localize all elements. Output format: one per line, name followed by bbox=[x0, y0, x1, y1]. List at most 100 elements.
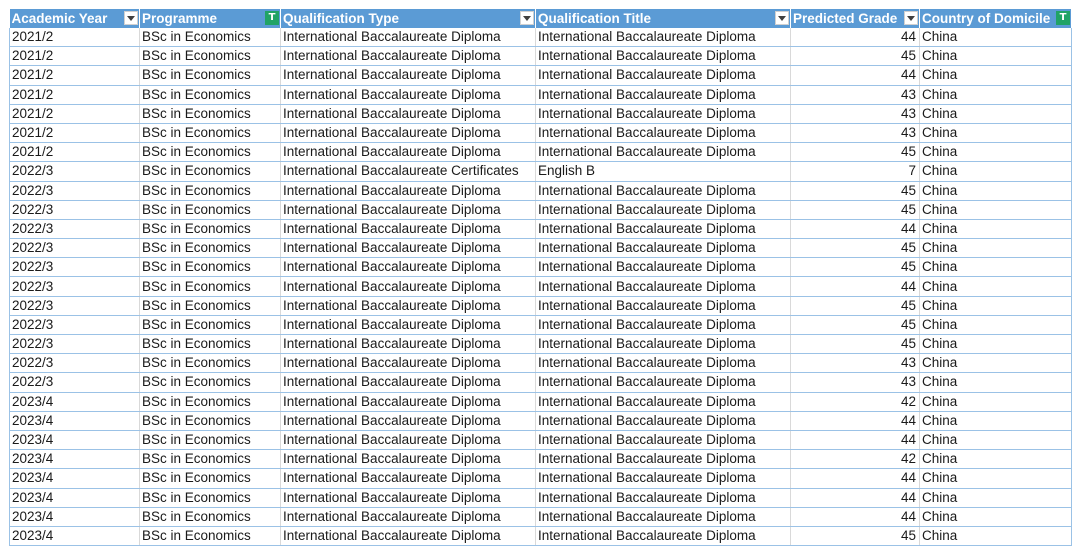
cell-qualification-type[interactable]: International Baccalaureate Diploma bbox=[280, 488, 536, 508]
cell-qualification-type[interactable]: International Baccalaureate Diploma bbox=[280, 104, 536, 124]
cell-country[interactable]: China bbox=[919, 449, 1072, 470]
cell-programme[interactable]: BSc in Economics bbox=[139, 468, 281, 489]
cell-academic-year[interactable]: 2022/3 bbox=[9, 315, 140, 336]
cell-qualification-type[interactable]: International Baccalaureate Diploma bbox=[280, 200, 536, 220]
cell-predicted-grade[interactable]: 45 bbox=[790, 315, 920, 336]
cell-qualification-type[interactable]: International Baccalaureate Diploma bbox=[280, 46, 536, 67]
cell-qualification-title[interactable]: International Baccalaureate Diploma bbox=[535, 142, 791, 163]
cell-programme[interactable]: BSc in Economics bbox=[139, 65, 281, 86]
cell-academic-year[interactable]: 2023/4 bbox=[9, 430, 140, 451]
cell-academic-year[interactable]: 2021/2 bbox=[9, 85, 140, 105]
cell-academic-year[interactable]: 2022/3 bbox=[9, 200, 140, 220]
cell-country[interactable]: China bbox=[919, 123, 1072, 144]
cell-programme[interactable]: BSc in Economics bbox=[139, 257, 281, 278]
cell-qualification-title[interactable]: International Baccalaureate Diploma bbox=[535, 372, 791, 393]
cell-country[interactable]: China bbox=[919, 28, 1072, 48]
cell-academic-year[interactable]: 2021/2 bbox=[9, 123, 140, 144]
cell-programme[interactable]: BSc in Economics bbox=[139, 28, 281, 48]
cell-predicted-grade[interactable]: 44 bbox=[790, 507, 920, 527]
cell-academic-year[interactable]: 2023/4 bbox=[9, 411, 140, 431]
cell-qualification-type[interactable]: International Baccalaureate Diploma bbox=[280, 392, 536, 412]
cell-predicted-grade[interactable]: 44 bbox=[790, 468, 920, 489]
cell-qualification-type[interactable]: International Baccalaureate Diploma bbox=[280, 411, 536, 431]
cell-qualification-type[interactable]: International Baccalaureate Diploma bbox=[280, 219, 536, 240]
cell-programme[interactable]: BSc in Economics bbox=[139, 161, 281, 182]
cell-qualification-type[interactable]: International Baccalaureate Certificates bbox=[280, 161, 536, 182]
cell-predicted-grade[interactable]: 43 bbox=[790, 353, 920, 374]
cell-academic-year[interactable]: 2021/2 bbox=[9, 104, 140, 124]
cell-country[interactable]: China bbox=[919, 488, 1072, 508]
cell-predicted-grade[interactable]: 7 bbox=[790, 161, 920, 182]
cell-country[interactable]: China bbox=[919, 334, 1072, 355]
cell-country[interactable]: China bbox=[919, 200, 1072, 220]
cell-qualification-title[interactable]: International Baccalaureate Diploma bbox=[535, 276, 791, 297]
cell-country[interactable]: China bbox=[919, 507, 1072, 527]
cell-predicted-grade[interactable]: 43 bbox=[790, 104, 920, 124]
cell-academic-year[interactable]: 2023/4 bbox=[9, 526, 140, 547]
cell-predicted-grade[interactable]: 45 bbox=[790, 46, 920, 67]
cell-programme[interactable]: BSc in Economics bbox=[139, 507, 281, 527]
cell-qualification-title[interactable]: International Baccalaureate Diploma bbox=[535, 257, 791, 278]
cell-predicted-grade[interactable]: 45 bbox=[790, 334, 920, 355]
cell-predicted-grade[interactable]: 45 bbox=[790, 200, 920, 220]
cell-predicted-grade[interactable]: 43 bbox=[790, 123, 920, 144]
cell-qualification-title[interactable]: International Baccalaureate Diploma bbox=[535, 181, 791, 201]
cell-programme[interactable]: BSc in Economics bbox=[139, 46, 281, 67]
cell-academic-year[interactable]: 2022/3 bbox=[9, 372, 140, 393]
cell-programme[interactable]: BSc in Economics bbox=[139, 392, 281, 412]
cell-country[interactable]: China bbox=[919, 296, 1072, 316]
cell-qualification-title[interactable]: International Baccalaureate Diploma bbox=[535, 104, 791, 124]
cell-qualification-type[interactable]: International Baccalaureate Diploma bbox=[280, 507, 536, 527]
cell-qualification-type[interactable]: International Baccalaureate Diploma bbox=[280, 65, 536, 86]
cell-country[interactable]: China bbox=[919, 181, 1072, 201]
cell-academic-year[interactable]: 2021/2 bbox=[9, 65, 140, 86]
cell-qualification-title[interactable]: International Baccalaureate Diploma bbox=[535, 526, 791, 547]
cell-academic-year[interactable]: 2022/3 bbox=[9, 238, 140, 259]
filter-dropdown-icon[interactable] bbox=[124, 11, 138, 25]
cell-qualification-title[interactable]: International Baccalaureate Diploma bbox=[535, 46, 791, 67]
cell-predicted-grade[interactable]: 45 bbox=[790, 142, 920, 163]
cell-qualification-title[interactable]: International Baccalaureate Diploma bbox=[535, 468, 791, 489]
cell-qualification-type[interactable]: International Baccalaureate Diploma bbox=[280, 334, 536, 355]
filter-dropdown-icon[interactable] bbox=[904, 11, 918, 25]
cell-programme[interactable]: BSc in Economics bbox=[139, 334, 281, 355]
cell-programme[interactable]: BSc in Economics bbox=[139, 104, 281, 124]
cell-qualification-title[interactable]: International Baccalaureate Diploma bbox=[535, 507, 791, 527]
header-country-of-domicile[interactable]: Country of Domicile bbox=[919, 9, 1072, 28]
cell-academic-year[interactable]: 2021/2 bbox=[9, 28, 140, 48]
cell-predicted-grade[interactable]: 44 bbox=[790, 276, 920, 297]
cell-country[interactable]: China bbox=[919, 46, 1072, 67]
cell-academic-year[interactable]: 2022/3 bbox=[9, 161, 140, 182]
header-predicted-grade[interactable]: Predicted Grade bbox=[790, 9, 920, 28]
cell-predicted-grade[interactable]: 44 bbox=[790, 219, 920, 240]
cell-qualification-title[interactable]: International Baccalaureate Diploma bbox=[535, 449, 791, 470]
header-qualification-type[interactable]: Qualification Type bbox=[280, 9, 536, 28]
cell-country[interactable]: China bbox=[919, 257, 1072, 278]
header-academic-year[interactable]: Academic Year bbox=[9, 9, 140, 28]
cell-qualification-title[interactable]: International Baccalaureate Diploma bbox=[535, 65, 791, 86]
cell-programme[interactable]: BSc in Economics bbox=[139, 449, 281, 470]
cell-country[interactable]: China bbox=[919, 468, 1072, 489]
cell-predicted-grade[interactable]: 42 bbox=[790, 392, 920, 412]
cell-academic-year[interactable]: 2023/4 bbox=[9, 488, 140, 508]
cell-predicted-grade[interactable]: 45 bbox=[790, 526, 920, 547]
cell-programme[interactable]: BSc in Economics bbox=[139, 372, 281, 393]
cell-qualification-type[interactable]: International Baccalaureate Diploma bbox=[280, 28, 536, 48]
cell-country[interactable]: China bbox=[919, 65, 1072, 86]
cell-predicted-grade[interactable]: 45 bbox=[790, 181, 920, 201]
cell-academic-year[interactable]: 2021/2 bbox=[9, 142, 140, 163]
cell-country[interactable]: China bbox=[919, 315, 1072, 336]
cell-qualification-title[interactable]: International Baccalaureate Diploma bbox=[535, 85, 791, 105]
cell-country[interactable]: China bbox=[919, 353, 1072, 374]
cell-qualification-title[interactable]: International Baccalaureate Diploma bbox=[535, 238, 791, 259]
cell-programme[interactable]: BSc in Economics bbox=[139, 411, 281, 431]
cell-programme[interactable]: BSc in Economics bbox=[139, 123, 281, 144]
cell-qualification-type[interactable]: International Baccalaureate Diploma bbox=[280, 526, 536, 547]
cell-qualification-type[interactable]: International Baccalaureate Diploma bbox=[280, 257, 536, 278]
cell-academic-year[interactable]: 2022/3 bbox=[9, 276, 140, 297]
cell-qualification-type[interactable]: International Baccalaureate Diploma bbox=[280, 85, 536, 105]
cell-qualification-title[interactable]: International Baccalaureate Diploma bbox=[535, 123, 791, 144]
filter-active-icon[interactable] bbox=[265, 11, 279, 25]
cell-qualification-title[interactable]: English B bbox=[535, 161, 791, 182]
cell-predicted-grade[interactable]: 44 bbox=[790, 28, 920, 48]
